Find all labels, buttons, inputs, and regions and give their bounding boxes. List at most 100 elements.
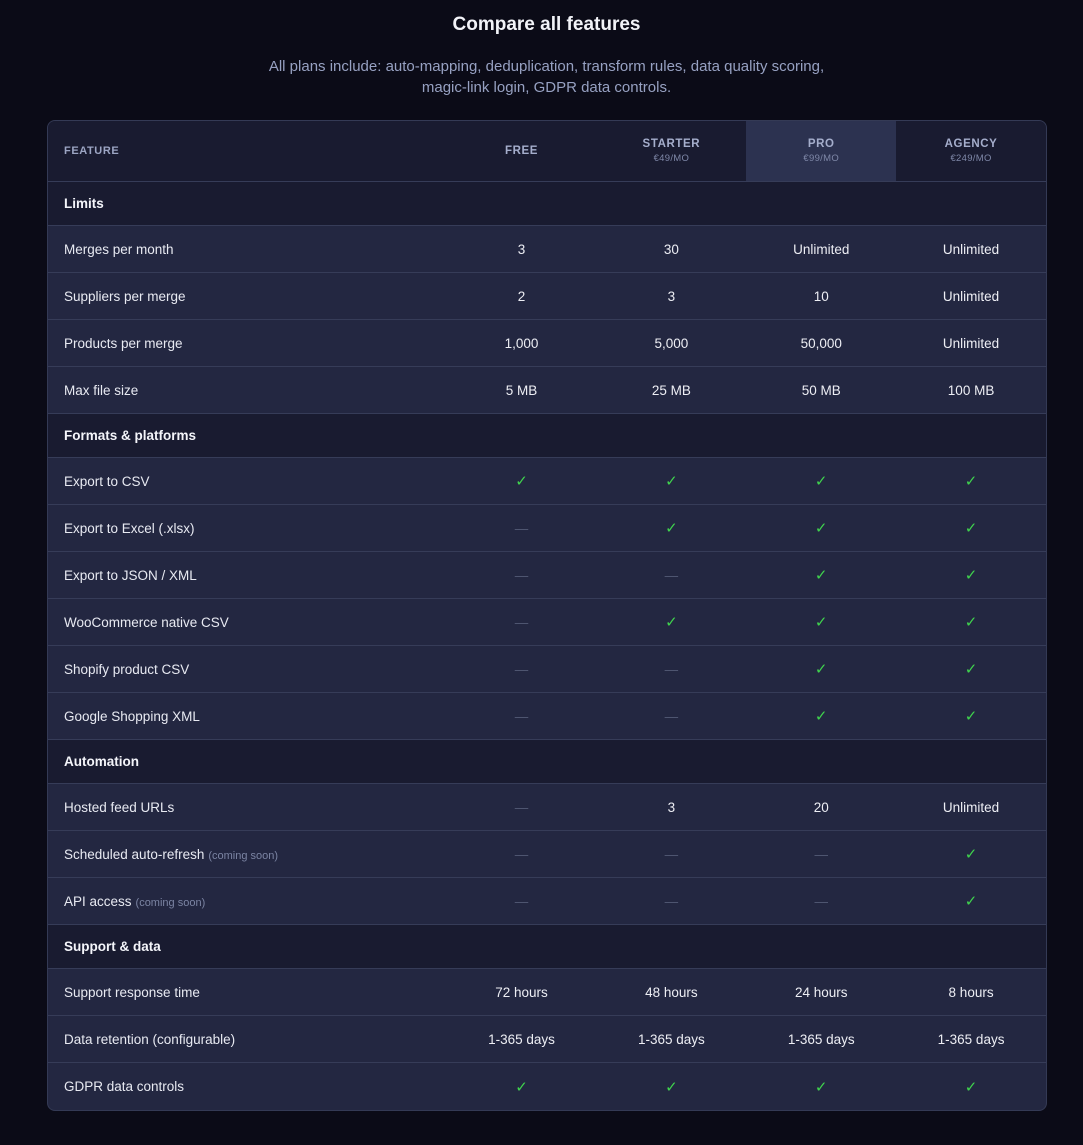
check-icon: ✓	[665, 1078, 678, 1096]
dash-icon: —	[514, 846, 529, 862]
table-row: Support response time 72 hours 48 hours 24 …	[48, 969, 1046, 1016]
value-cell: 1-365 days	[746, 1032, 896, 1047]
plan-header-free: FREE	[447, 121, 597, 181]
value-text: 3	[667, 288, 676, 304]
value-text: 5 MB	[505, 382, 538, 398]
included-cell: ✓	[746, 519, 896, 537]
included-cell: ✓	[896, 472, 1046, 490]
check-icon: ✓	[814, 708, 828, 725]
dash-icon: —	[514, 708, 529, 724]
table-row: Shopify product CSV — — ✓ ✓	[48, 646, 1046, 693]
feature-label: Google Shopping XML	[64, 708, 200, 724]
value-cell: 5 MB	[447, 383, 597, 398]
plan-header-pro: PRO €99/MO	[746, 121, 897, 181]
value-text: Unlimited	[793, 241, 850, 257]
included-cell: ✓	[746, 707, 896, 725]
included-cell: ✓	[746, 472, 896, 490]
plan-name: STARTER	[642, 138, 701, 150]
check-icon: ✓	[665, 520, 678, 537]
feature-label: Shopify product CSV	[64, 661, 190, 677]
dash-icon: —	[664, 708, 679, 724]
table-row: Export to Excel (.xlsx) — ✓ ✓ ✓	[48, 505, 1046, 552]
feature-cell: GDPR data controls	[48, 1079, 447, 1094]
feature-label: Support response time	[64, 984, 200, 1000]
section-header: Limits	[48, 182, 1046, 226]
feature-comparison-table: FEATURE FREE STARTER €49/MO PRO €99/MO A…	[47, 120, 1047, 1111]
table-row: Scheduled auto-refresh (coming soon) — — — ✓	[48, 831, 1046, 878]
value-text: 1-365 days	[937, 1031, 1005, 1047]
section-header: Automation	[48, 740, 1046, 784]
feature-cell: Export to JSON / XML	[48, 568, 447, 583]
feature-cell: Data retention (configurable)	[48, 1032, 447, 1047]
dash-icon: —	[514, 661, 529, 677]
value-cell: 2	[447, 289, 597, 304]
not-included-cell: —	[447, 894, 597, 909]
included-cell: ✓	[896, 845, 1046, 863]
value-text: 30	[663, 241, 679, 257]
value-text: 50 MB	[801, 382, 841, 398]
check-icon: ✓	[964, 473, 978, 490]
section-title: Formats & platforms	[64, 428, 197, 443]
check-icon: ✓	[665, 614, 678, 631]
check-icon: ✓	[964, 1078, 978, 1096]
table-row: Suppliers per merge 2 3 10 Unlimited	[48, 273, 1046, 320]
included-cell: ✓	[746, 566, 896, 584]
plan-name: FREE	[504, 145, 539, 157]
value-text: 24 hours	[794, 984, 848, 1000]
value-cell: 50 MB	[746, 383, 896, 398]
not-included-cell: —	[447, 568, 597, 583]
value-text: 10	[813, 288, 829, 304]
dash-icon: —	[514, 893, 529, 909]
feature-column-header: FEATURE	[64, 145, 120, 157]
feature-label: API access	[64, 893, 132, 909]
feature-label: Hosted feed URLs	[64, 799, 175, 815]
plan-price: €99/MO	[803, 153, 840, 164]
feature-cell: Export to Excel (.xlsx)	[48, 521, 447, 536]
value-text: Unlimited	[942, 241, 1000, 257]
plan-price: €49/MO	[653, 153, 690, 164]
section-title: Limits	[64, 196, 104, 211]
feature-cell: WooCommerce native CSV	[48, 615, 447, 630]
not-included-cell: —	[596, 662, 746, 677]
feature-label: Max file size	[64, 382, 139, 398]
value-cell: 72 hours	[447, 985, 597, 1000]
plan-header-starter: STARTER €49/MO	[596, 121, 746, 181]
feature-label: GDPR data controls	[64, 1079, 185, 1094]
value-cell: 48 hours	[596, 985, 746, 1000]
table-row: Merges per month 3 30 Unlimited Unlimited	[48, 226, 1046, 273]
check-icon: ✓	[964, 893, 978, 910]
check-icon: ✓	[814, 661, 828, 678]
value-cell: 1-365 days	[596, 1032, 746, 1047]
table-row: WooCommerce native CSV — ✓ ✓ ✓	[48, 599, 1046, 646]
value-cell: Unlimited	[896, 800, 1046, 815]
value-text: 2	[517, 288, 526, 304]
section-header: Formats & platforms	[48, 414, 1046, 458]
value-text: 3	[517, 241, 526, 257]
value-text: 50,000	[800, 335, 842, 351]
dash-icon: —	[814, 893, 828, 909]
included-cell: ✓	[896, 707, 1046, 725]
feature-cell: Max file size	[48, 383, 447, 398]
dash-icon: —	[664, 567, 679, 583]
included-cell: ✓	[896, 519, 1046, 537]
feature-label: Export to JSON / XML	[64, 567, 197, 583]
value-text: Unlimited	[942, 288, 1000, 304]
table-body: Limits Merges per month 3 30 Unlimited Unlimi…	[48, 182, 1046, 1110]
included-cell: ✓	[447, 472, 597, 490]
feature-cell: Support response time	[48, 985, 447, 1000]
included-cell: ✓	[746, 660, 896, 678]
feature-cell: Shopify product CSV	[48, 662, 447, 677]
plan-price: €249/MO	[950, 153, 992, 164]
included-cell: ✓	[596, 472, 746, 490]
included-cell: ✓	[896, 1078, 1046, 1096]
value-cell: 30	[596, 242, 746, 257]
dash-icon: —	[664, 846, 679, 862]
plan-name: AGENCY	[944, 138, 998, 150]
table-row: Products per merge 1,000 5,000 50,000 Unlimi…	[48, 320, 1046, 367]
not-included-cell: —	[447, 662, 597, 677]
table-row: GDPR data controls ✓ ✓ ✓ ✓	[48, 1063, 1046, 1110]
check-icon: ✓	[515, 473, 528, 490]
value-cell: 25 MB	[596, 383, 746, 398]
value-cell: 100 MB	[896, 383, 1046, 398]
table-row: Export to CSV ✓ ✓ ✓ ✓	[48, 458, 1046, 505]
